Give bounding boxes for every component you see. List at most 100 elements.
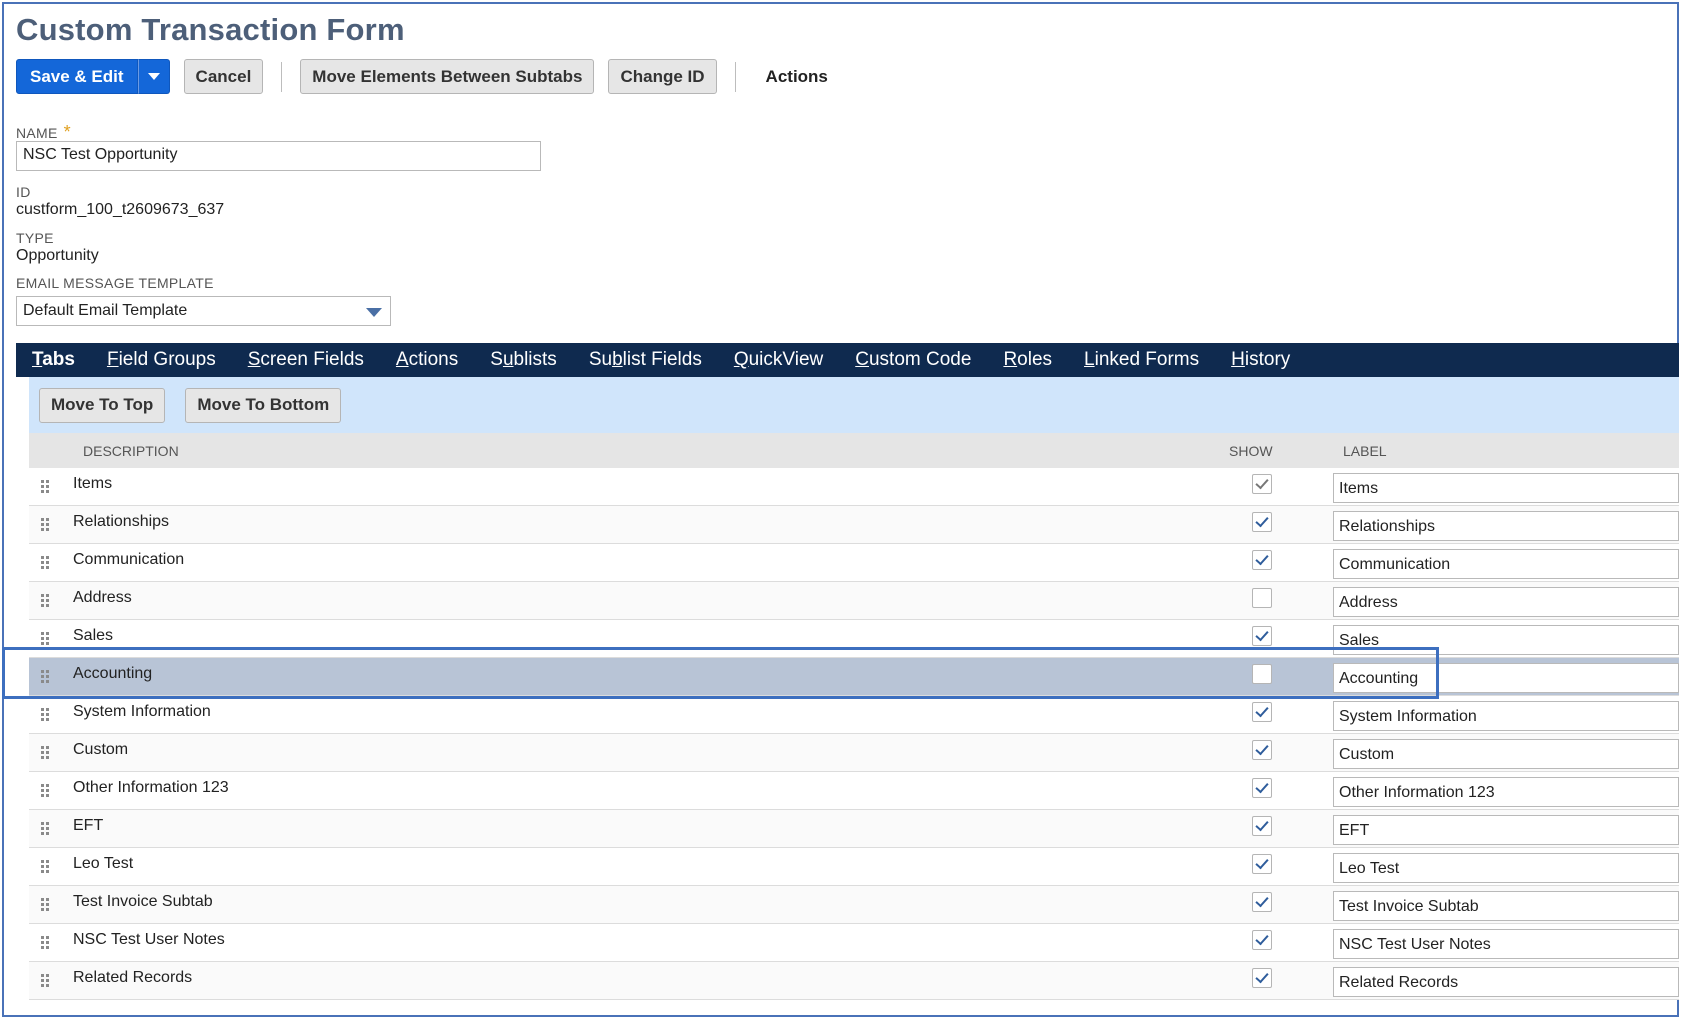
row-description: Test Invoice Subtab bbox=[73, 893, 213, 910]
row-description: Related Records bbox=[73, 969, 193, 986]
show-checkbox[interactable] bbox=[1252, 930, 1272, 950]
table-row[interactable]: Other Information 123 Other Information 1… bbox=[29, 772, 1679, 810]
tab-4[interactable]: Sublists bbox=[490, 349, 557, 371]
show-checkbox[interactable] bbox=[1252, 816, 1272, 836]
drag-handle-icon[interactable] bbox=[41, 822, 51, 836]
show-checkbox[interactable] bbox=[1252, 702, 1272, 722]
row-description: EFT bbox=[73, 817, 104, 834]
table-row[interactable]: Items Items bbox=[29, 468, 1679, 506]
save-options-dropdown[interactable] bbox=[137, 59, 170, 94]
table-row[interactable]: Accounting Accounting bbox=[29, 658, 1679, 696]
drag-handle-icon[interactable] bbox=[41, 518, 51, 532]
table-row[interactable]: Sales Sales bbox=[29, 620, 1679, 658]
tab-label-hotkey: u bbox=[502, 349, 514, 370]
show-checkbox[interactable] bbox=[1252, 588, 1272, 608]
show-checkbox[interactable] bbox=[1252, 778, 1272, 798]
label-input[interactable]: Accounting bbox=[1333, 663, 1679, 693]
tab-5[interactable]: Sublist Fields bbox=[589, 349, 702, 371]
actions-menu[interactable]: Actions bbox=[754, 67, 840, 87]
checkmark-icon bbox=[1255, 931, 1269, 946]
drag-handle-icon[interactable] bbox=[41, 860, 51, 874]
name-label-text: NAME bbox=[16, 125, 58, 141]
label-input[interactable]: Relationships bbox=[1333, 511, 1679, 541]
row-description: Items bbox=[73, 475, 113, 492]
show-checkbox[interactable] bbox=[1252, 474, 1272, 494]
tab-label-hotkey: T bbox=[32, 349, 43, 370]
id-field-label: ID bbox=[16, 184, 31, 200]
tab-sub-toolbar: Move To Top Move To Bottom bbox=[29, 377, 1679, 433]
table-row[interactable]: Address Address bbox=[29, 582, 1679, 620]
show-checkbox[interactable] bbox=[1252, 968, 1272, 988]
page-title: Custom Transaction Form bbox=[16, 12, 405, 47]
label-input[interactable]: Leo Test bbox=[1333, 853, 1679, 883]
table-row[interactable]: Related Records Related Records bbox=[29, 962, 1679, 1000]
move-elements-button[interactable]: Move Elements Between Subtabs bbox=[300, 59, 595, 94]
drag-handle-icon[interactable] bbox=[41, 480, 51, 494]
table-row[interactable]: Custom Custom bbox=[29, 734, 1679, 772]
row-description: Accounting bbox=[73, 665, 153, 682]
move-to-bottom-button[interactable]: Move To Bottom bbox=[185, 387, 342, 423]
tab-label-rest: creen Fields bbox=[260, 349, 364, 370]
label-input[interactable]: System Information bbox=[1333, 701, 1679, 731]
tab-10[interactable]: History bbox=[1231, 349, 1290, 371]
drag-handle-icon[interactable] bbox=[41, 594, 51, 608]
save-edit-button[interactable]: Save & Edit bbox=[16, 59, 138, 94]
tab-label-hotkey: b bbox=[612, 349, 623, 370]
drag-handle-icon[interactable] bbox=[41, 898, 51, 912]
table-row[interactable]: Leo Test Leo Test bbox=[29, 848, 1679, 886]
tab-1[interactable]: Field Groups bbox=[107, 349, 216, 371]
email-template-select[interactable]: Default Email Template bbox=[16, 296, 391, 326]
table-row[interactable]: System Information System Information bbox=[29, 696, 1679, 734]
drag-handle-icon[interactable] bbox=[41, 708, 51, 722]
checkmark-icon bbox=[1255, 855, 1269, 870]
tab-0[interactable]: Tabs bbox=[32, 349, 75, 371]
show-checkbox[interactable] bbox=[1252, 892, 1272, 912]
cancel-button[interactable]: Cancel bbox=[183, 59, 264, 94]
show-checkbox[interactable] bbox=[1252, 550, 1272, 570]
tab-8[interactable]: Roles bbox=[1003, 349, 1052, 371]
tab-9[interactable]: Linked Forms bbox=[1084, 349, 1199, 371]
label-input[interactable]: Address bbox=[1333, 587, 1679, 617]
checkmark-icon bbox=[1255, 893, 1269, 908]
label-input[interactable]: Items bbox=[1333, 473, 1679, 503]
table-row[interactable]: NSC Test User Notes NSC Test User Notes bbox=[29, 924, 1679, 962]
table-row[interactable]: EFT EFT bbox=[29, 810, 1679, 848]
tab-7[interactable]: Custom Code bbox=[855, 349, 971, 371]
label-input[interactable]: Sales bbox=[1333, 625, 1679, 655]
tab-2[interactable]: Screen Fields bbox=[248, 349, 364, 371]
tab-label-rest: list Fields bbox=[622, 349, 702, 370]
drag-handle-icon[interactable] bbox=[41, 936, 51, 950]
label-input[interactable]: Custom bbox=[1333, 739, 1679, 769]
change-id-button[interactable]: Change ID bbox=[608, 59, 717, 94]
show-checkbox[interactable] bbox=[1252, 626, 1272, 646]
show-checkbox[interactable] bbox=[1252, 664, 1272, 684]
label-input[interactable]: Related Records bbox=[1333, 967, 1679, 997]
table-row[interactable]: Relationships Relationships bbox=[29, 506, 1679, 544]
tab-3[interactable]: Actions bbox=[396, 349, 458, 371]
row-description: NSC Test User Notes bbox=[73, 931, 225, 948]
show-checkbox[interactable] bbox=[1252, 854, 1272, 874]
tab-label-hotkey: R bbox=[1003, 349, 1018, 370]
drag-handle-icon[interactable] bbox=[41, 974, 51, 988]
label-input[interactable]: Other Information 123 bbox=[1333, 777, 1679, 807]
name-input[interactable]: NSC Test Opportunity bbox=[16, 141, 541, 171]
label-input[interactable]: NSC Test User Notes bbox=[1333, 929, 1679, 959]
move-to-top-button[interactable]: Move To Top bbox=[39, 387, 166, 423]
label-input[interactable]: EFT bbox=[1333, 815, 1679, 845]
drag-handle-icon[interactable] bbox=[41, 670, 51, 684]
label-input[interactable]: Test Invoice Subtab bbox=[1333, 891, 1679, 921]
table-row[interactable]: Communication Communication bbox=[29, 544, 1679, 582]
table-row[interactable]: Test Invoice Subtab Test Invoice Subtab bbox=[29, 886, 1679, 924]
show-checkbox[interactable] bbox=[1252, 740, 1272, 760]
tab-label-rest: ield Groups bbox=[118, 349, 216, 370]
tab-label-pre: Su bbox=[588, 349, 613, 370]
drag-handle-icon[interactable] bbox=[41, 746, 51, 760]
show-checkbox[interactable] bbox=[1252, 512, 1272, 532]
drag-handle-icon[interactable] bbox=[41, 632, 51, 646]
tab-6[interactable]: QuickView bbox=[734, 349, 823, 371]
tab-label-hotkey: H bbox=[1231, 349, 1245, 370]
label-input[interactable]: Communication bbox=[1333, 549, 1679, 579]
drag-handle-icon[interactable] bbox=[41, 784, 51, 798]
drag-handle-icon[interactable] bbox=[41, 556, 51, 570]
required-star-icon: * bbox=[63, 122, 71, 142]
